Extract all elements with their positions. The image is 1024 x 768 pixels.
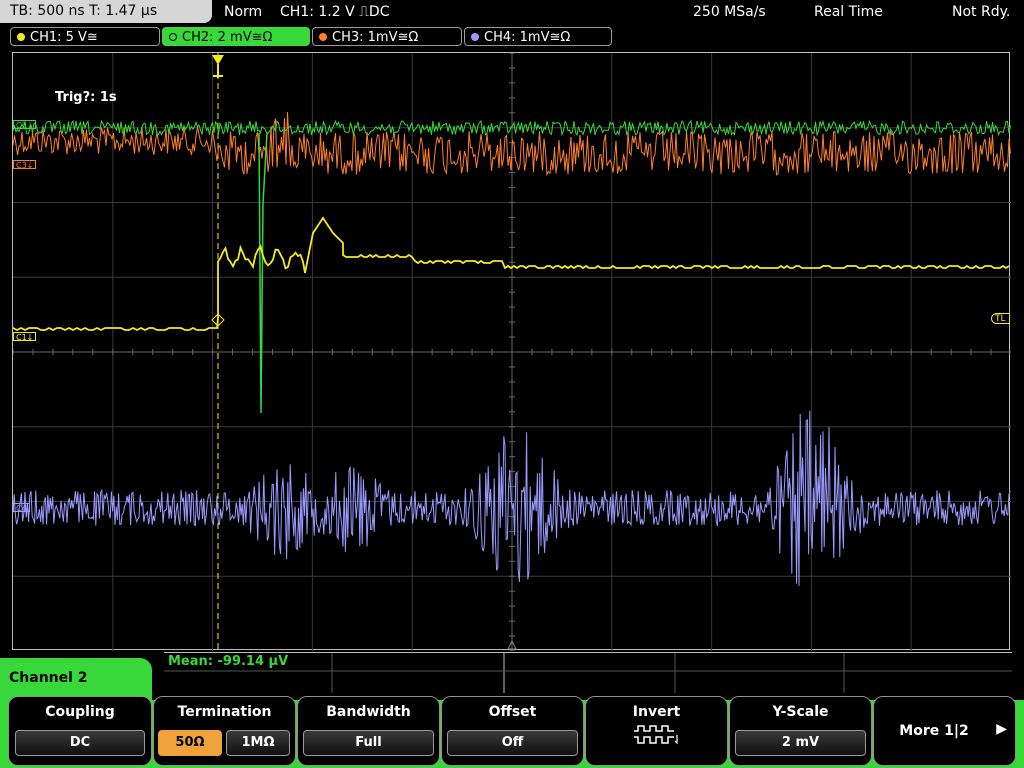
- termination-1mohm[interactable]: 1MΩ: [226, 730, 290, 756]
- trigger-level-label: TL: [995, 314, 1006, 324]
- termination-50ohm[interactable]: 50Ω: [158, 730, 222, 756]
- ch1-marker[interactable]: C1↓: [13, 332, 37, 342]
- coupling-value[interactable]: DC: [15, 730, 145, 756]
- termination-title: Termination: [177, 704, 272, 720]
- ch3-label: CH3: 1mV≅Ω: [332, 30, 419, 45]
- ch1-trace: [13, 216, 1010, 332]
- trigger-info: Trig?: 1s: [55, 90, 117, 105]
- trigger-level-marker[interactable]: TL: [991, 313, 1010, 324]
- offset-softkey[interactable]: Offset Off: [441, 696, 584, 766]
- ch3-marker[interactable]: C3↓: [13, 160, 37, 170]
- trigger-mode[interactable]: Norm: [224, 0, 262, 24]
- ch1-marker-label: C1↓: [16, 333, 34, 342]
- ready-status: Not Rdy.: [952, 4, 1011, 20]
- coupling-title: Coupling: [45, 704, 115, 720]
- ch4-color-dot: [471, 33, 479, 41]
- ch2-marker[interactable]: C3↓: [13, 120, 37, 130]
- sample-rate: 250 MSa/s: [693, 4, 766, 20]
- termination-softkey[interactable]: Termination 50Ω 1MΩ: [153, 696, 296, 766]
- invert-waveform-icon: [634, 725, 678, 745]
- measurement-panel: [164, 652, 1012, 693]
- ch1-label: CH1: 5 V≅: [30, 30, 98, 45]
- tab-ch2[interactable]: CH2: 2 mV≅Ω: [162, 27, 310, 46]
- waveform-display[interactable]: [12, 52, 1011, 651]
- ch2-glitch: [258, 132, 268, 414]
- ch3-color-dot: [319, 33, 327, 41]
- mean-measurement: Mean: -99.14 µV: [168, 654, 289, 669]
- ch4-marker-label: C4: [16, 504, 27, 513]
- ch1-color-dot: [17, 33, 25, 41]
- ch3-marker-label: C3↓: [16, 161, 34, 170]
- ch2-marker-label: C3↓: [16, 121, 34, 130]
- tab-ch3[interactable]: CH3: 1mV≅Ω: [312, 27, 462, 46]
- invert-softkey[interactable]: Invert: [585, 696, 728, 766]
- ch2-label: CH2: 2 mV≅Ω: [182, 30, 273, 45]
- offset-title: Offset: [488, 704, 537, 720]
- bandwidth-value[interactable]: Full: [303, 730, 434, 756]
- offset-value[interactable]: Off: [447, 730, 578, 756]
- more-softkey[interactable]: More 1|2 ▶: [873, 696, 1016, 766]
- invert-title: Invert: [632, 704, 681, 720]
- trigger-position-icon[interactable]: [210, 53, 226, 79]
- ch2-color-dot: [169, 33, 177, 41]
- yscale-value[interactable]: 2 mV: [735, 730, 866, 756]
- trigger-readout[interactable]: CH1: 1.2 V ⎍DC: [280, 0, 389, 24]
- ch4-marker[interactable]: C4: [13, 503, 30, 513]
- more-title: More 1|2: [899, 723, 969, 739]
- arrow-right-icon: ▶: [996, 721, 1007, 737]
- timebase-readout[interactable]: TB: 500 ns T: 1.47 µs: [0, 0, 212, 23]
- acquisition-mode: Real Time: [814, 4, 883, 20]
- ch4-label: CH4: 1mV≅Ω: [484, 30, 571, 45]
- waveform-svg: [13, 53, 1011, 651]
- yscale-title: Y-Scale: [772, 704, 829, 720]
- tab-ch4[interactable]: CH4: 1mV≅Ω: [464, 27, 612, 46]
- menu-title: Channel 2: [0, 658, 152, 700]
- bandwidth-softkey[interactable]: Bandwidth Full: [297, 696, 440, 766]
- yscale-softkey[interactable]: Y-Scale 2 mV: [729, 696, 872, 766]
- bandwidth-title: Bandwidth: [326, 704, 411, 720]
- coupling-softkey[interactable]: Coupling DC: [8, 696, 152, 766]
- tab-ch1[interactable]: CH1: 5 V≅: [10, 27, 160, 46]
